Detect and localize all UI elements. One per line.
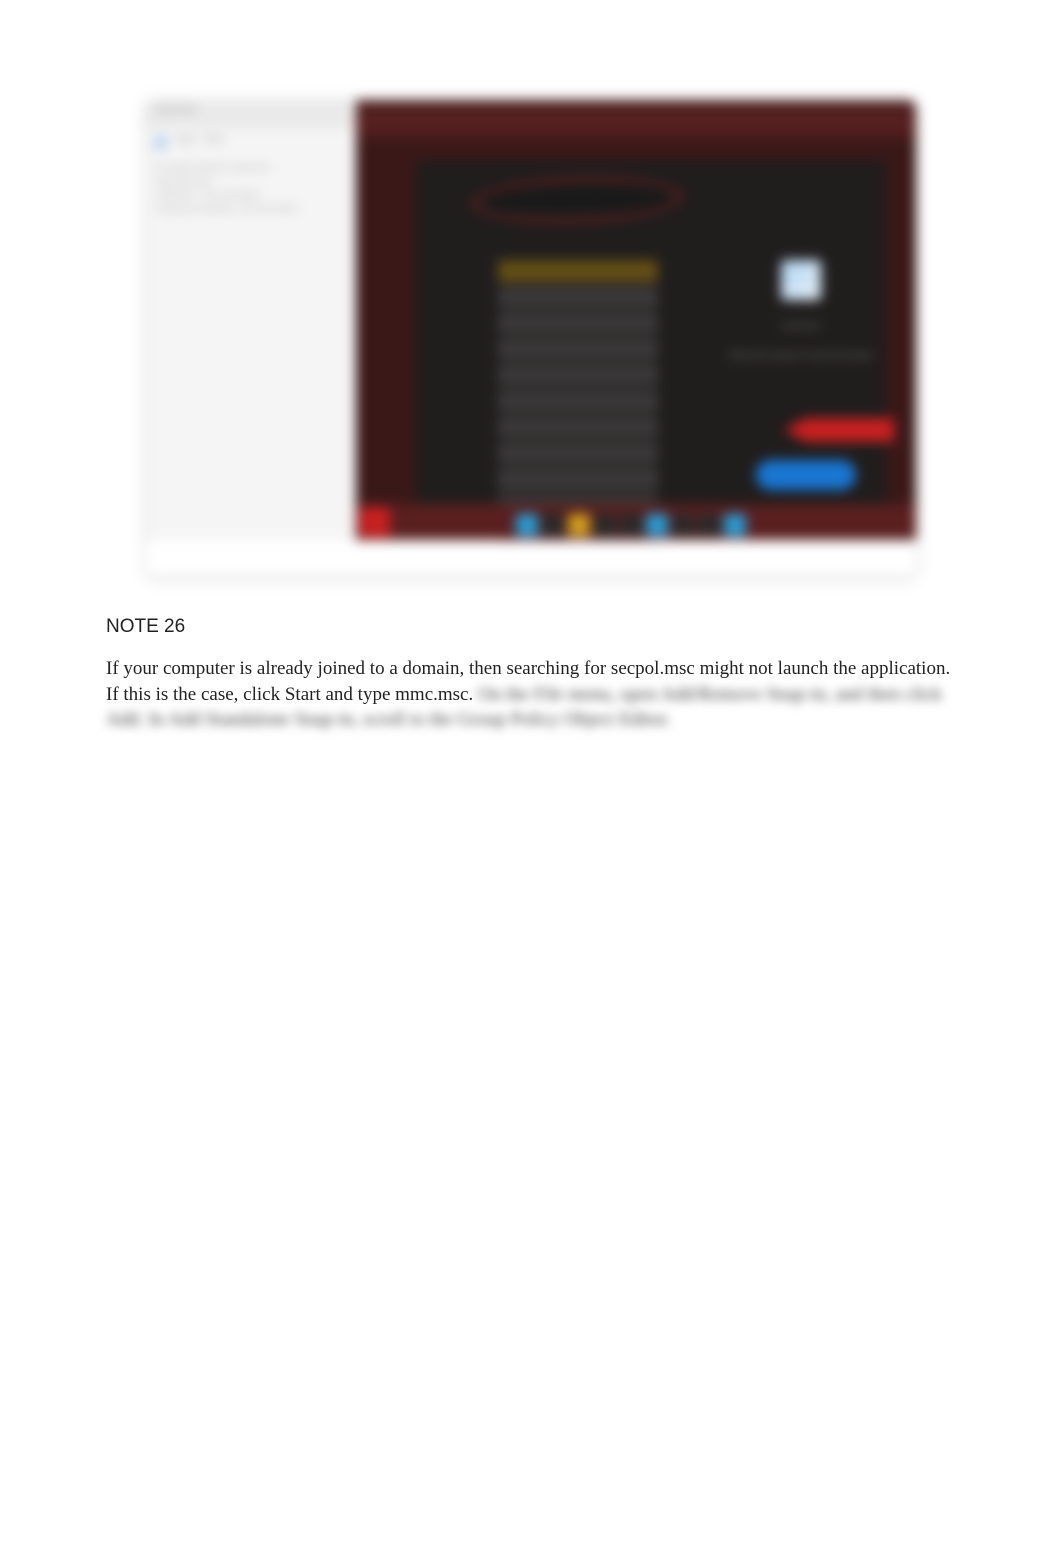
tray-icon xyxy=(594,514,616,536)
red-annotation-arrow xyxy=(784,418,894,442)
search-tabs: All Apps More xyxy=(146,128,356,153)
tray-icon xyxy=(646,514,668,536)
menu-item xyxy=(498,416,658,438)
detail-title: secpol.msc xyxy=(686,320,916,330)
menu-item-active xyxy=(498,260,658,282)
menu-item xyxy=(498,390,658,412)
open-button xyxy=(756,460,856,490)
detail-subtitle: Microsoft Common Console Document xyxy=(686,350,916,360)
tab-apps: Apps xyxy=(175,134,196,147)
tray-icon xyxy=(542,514,564,536)
tray-icon xyxy=(620,514,642,536)
windows-search-panel: secpol.msc Microsoft Common Console Docu… xyxy=(416,160,886,520)
tray-icon xyxy=(568,514,590,536)
tray-icon xyxy=(516,514,538,536)
tray-icon xyxy=(698,514,720,536)
note-heading: NOTE 26 xyxy=(106,616,956,638)
search-results-body: No results found for secpol.msc Search t… xyxy=(146,153,356,223)
menu-item xyxy=(498,286,658,308)
note-body: If your computer is already joined to a … xyxy=(106,656,956,733)
start-button-icon xyxy=(360,507,390,537)
tray-icon xyxy=(724,514,746,536)
red-annotation-circle xyxy=(471,174,682,225)
search-results-sidebar: secpol.msc All Apps More No results foun… xyxy=(146,100,356,540)
tab-more: More xyxy=(204,134,226,147)
tab-all: All xyxy=(154,134,167,147)
windows-search-screenshot: secpol.msc All Apps More No results foun… xyxy=(146,100,916,576)
desktop-background: secpol.msc Microsoft Common Console Docu… xyxy=(356,100,916,540)
search-web-heading: Search the web xyxy=(156,175,346,189)
taskbar-tray xyxy=(516,514,746,536)
search-title-bar: secpol.msc xyxy=(146,100,356,128)
web-result-1: secpol.msc - See web results xyxy=(156,188,346,202)
menu-item xyxy=(498,364,658,386)
tray-icon xyxy=(672,514,694,536)
no-results-text: No results found for secpol.msc xyxy=(156,161,346,175)
menu-item xyxy=(498,468,658,490)
search-query-text: secpol.msc xyxy=(146,100,356,119)
menu-item xyxy=(498,338,658,360)
search-detail-pane: secpol.msc Microsoft Common Console Docu… xyxy=(686,260,916,380)
mmc-file-icon xyxy=(781,260,821,300)
web-result-2: secpol.msc download - See web results xyxy=(156,202,346,216)
menu-item xyxy=(498,442,658,464)
menu-item xyxy=(498,312,658,334)
windows-taskbar xyxy=(356,504,916,540)
